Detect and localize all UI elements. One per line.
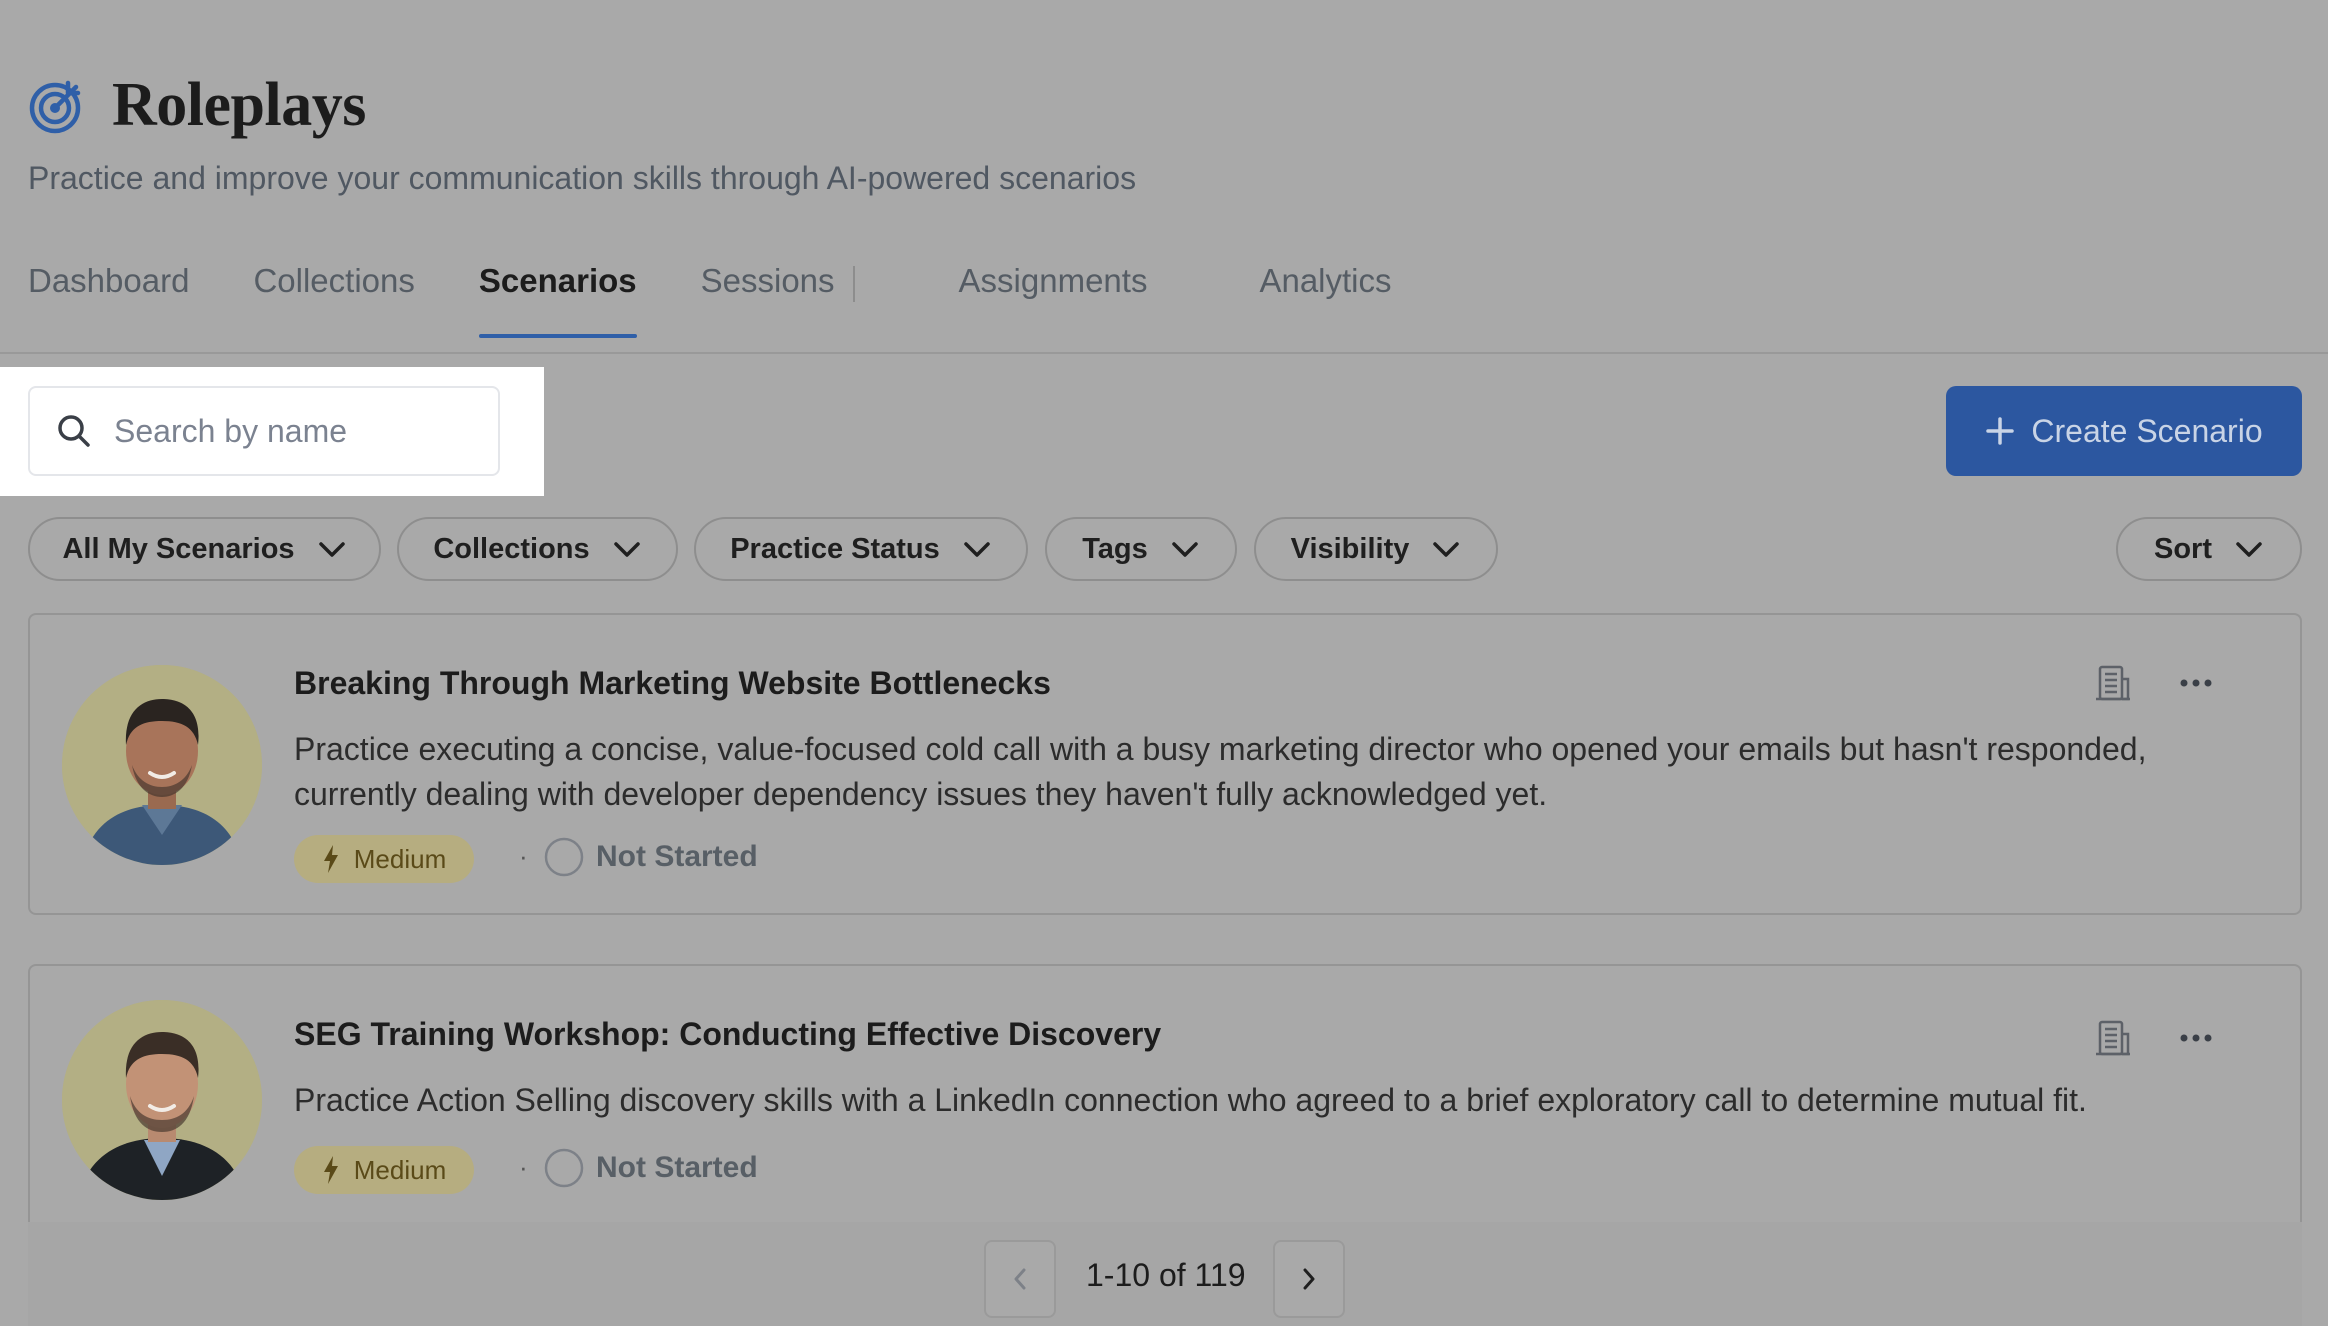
scenario-card[interactable]: SEG Training Workshop: Conducting Effect… xyxy=(28,964,2302,1254)
status-label: Not Started xyxy=(596,840,758,873)
difficulty-badge: Medium xyxy=(294,835,474,883)
scenario-description: Practice executing a concise, value-focu… xyxy=(294,731,2147,812)
create-scenario-label: Create Scenario xyxy=(2031,412,2263,449)
chevron-down-icon xyxy=(2236,542,2262,557)
filter-all-my-scenarios[interactable]: All My Scenarios xyxy=(28,517,381,581)
practice-status: Not Started xyxy=(544,837,758,877)
tab-bar: Dashboard Collections Scenarios Sessions… xyxy=(28,262,1456,352)
separator-dot: · xyxy=(519,841,528,871)
page-title: Roleplays xyxy=(112,71,366,139)
page-subtitle: Practice and improve your communication … xyxy=(28,160,1137,196)
chevron-down-icon xyxy=(613,542,640,557)
more-horizontal-icon[interactable] xyxy=(2176,663,2216,703)
scenario-description: Practice Action Selling discovery skills… xyxy=(294,1082,2087,1118)
chevron-down-icon xyxy=(964,542,990,557)
circle-outline-icon xyxy=(544,837,584,877)
filter-label: All My Scenarios xyxy=(62,532,295,565)
scenario-card[interactable]: Breaking Through Marketing Website Bottl… xyxy=(28,613,2302,915)
search-icon xyxy=(58,415,90,447)
difficulty-label: Medium xyxy=(353,843,447,874)
filter-label: Visibility xyxy=(1290,532,1410,565)
tab-divider xyxy=(852,266,855,302)
avatar xyxy=(62,1000,262,1200)
tab-analytics[interactable]: Analytics xyxy=(1259,262,1391,338)
difficulty-label: Medium xyxy=(353,1154,447,1185)
search-box[interactable] xyxy=(28,386,500,476)
practice-status: Not Started xyxy=(544,1148,758,1188)
filter-practice-status[interactable]: Practice Status xyxy=(694,517,1028,581)
building-icon[interactable] xyxy=(2092,1018,2132,1058)
target-arrow-icon xyxy=(29,80,81,133)
scenario-title[interactable]: SEG Training Workshop: Conducting Effect… xyxy=(294,1016,1161,1053)
tab-collections[interactable]: Collections xyxy=(253,262,414,338)
status-label: Not Started xyxy=(596,1151,758,1184)
roleplays-page: Roleplays Practice and improve your comm… xyxy=(0,0,2328,1326)
chevron-down-icon xyxy=(1433,542,1460,557)
tab-scenarios[interactable]: Scenarios xyxy=(478,262,637,338)
more-horizontal-icon[interactable] xyxy=(2176,1018,2216,1058)
chevron-down-icon xyxy=(1172,542,1198,557)
plus-icon xyxy=(1986,417,2015,445)
page-header: Roleplays xyxy=(28,70,366,141)
lightning-icon xyxy=(323,845,338,873)
filter-collections[interactable]: Collections xyxy=(397,517,678,581)
sort-dropdown[interactable]: Sort xyxy=(2116,517,2302,581)
chevron-right-icon xyxy=(1303,1268,1315,1290)
prev-page-button[interactable] xyxy=(984,1240,1056,1318)
difficulty-badge: Medium xyxy=(294,1146,474,1194)
tab-assignments[interactable]: Assignments xyxy=(959,262,1148,338)
tabs-divider-line xyxy=(0,352,2328,354)
pagination-range: 1-10 of 119 xyxy=(1086,1257,1246,1293)
search-input[interactable] xyxy=(112,411,476,451)
tab-sessions[interactable]: Sessions xyxy=(701,262,835,338)
separator-dot: · xyxy=(519,1152,528,1182)
chevron-down-icon xyxy=(318,542,345,557)
filter-label: Collections xyxy=(433,532,590,565)
sort-label: Sort xyxy=(2154,532,2212,565)
chevron-left-icon xyxy=(1014,1268,1026,1290)
filter-visibility[interactable]: Visibility xyxy=(1254,517,1498,581)
filter-tags[interactable]: Tags xyxy=(1045,517,1237,581)
lightning-icon xyxy=(323,1156,338,1184)
create-scenario-button[interactable]: Create Scenario xyxy=(1946,386,2302,476)
filter-label: Practice Status xyxy=(730,532,940,565)
building-icon[interactable] xyxy=(2092,663,2132,703)
avatar xyxy=(62,665,262,865)
next-page-button[interactable] xyxy=(1273,1240,1345,1318)
tab-dashboard[interactable]: Dashboard xyxy=(28,262,189,338)
circle-outline-icon xyxy=(544,1148,584,1188)
filter-label: Tags xyxy=(1082,532,1148,565)
scenario-title[interactable]: Breaking Through Marketing Website Bottl… xyxy=(294,665,1051,702)
